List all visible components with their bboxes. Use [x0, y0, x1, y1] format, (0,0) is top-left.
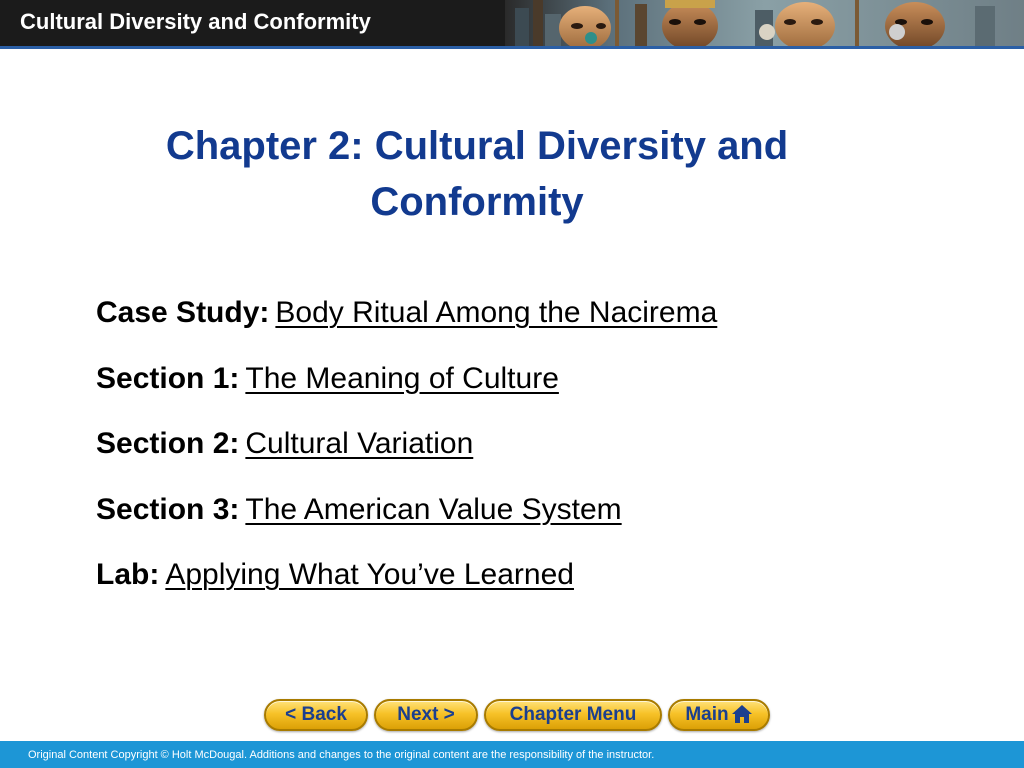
header-banner-image — [505, 0, 1024, 46]
main-button[interactable]: Main — [668, 699, 770, 731]
chapter-contents-list: Case Study: Body Ritual Among the Nacirem… — [96, 294, 916, 622]
slide-title: Chapter 2: Cultural Diversity and Confor… — [165, 124, 789, 224]
menu-item-lab: Lab: Applying What You’ve Learned — [96, 556, 916, 622]
main-button-label: Main — [685, 704, 729, 725]
copyright-text: Original Content Copyright © Holt McDoug… — [28, 749, 655, 761]
lab-link[interactable]: Applying What You’ve Learned — [165, 558, 574, 591]
menu-item-section-2: Section 2: Cultural Variation — [96, 425, 916, 491]
menu-item-case-study: Case Study: Body Ritual Among the Nacirem… — [96, 294, 916, 360]
menu-item-section-1: Section 1: The Meaning of Culture — [96, 360, 916, 426]
chapter-menu-button[interactable]: Chapter Menu — [484, 699, 662, 731]
next-button-label: Next > — [397, 704, 455, 725]
header-title: Cultural Diversity and Conformity — [20, 9, 371, 34]
footer-bar: Original Content Copyright © Holt McDoug… — [0, 741, 1024, 768]
menu-item-label: Section 3: — [96, 492, 240, 526]
menu-item-label: Section 1: — [96, 361, 240, 395]
section-1-link[interactable]: The Meaning of Culture — [245, 362, 559, 395]
home-icon — [731, 705, 752, 723]
menu-item-section-3: Section 3: The American Value System — [96, 491, 916, 557]
case-study-link[interactable]: Body Ritual Among the Nacirema — [275, 296, 717, 329]
section-2-link[interactable]: Cultural Variation — [245, 427, 473, 460]
menu-item-label: Case Study: — [96, 296, 270, 329]
header-divider — [0, 46, 1024, 49]
chapter-menu-button-label: Chapter Menu — [509, 704, 637, 725]
menu-item-label: Lab: — [96, 558, 160, 591]
next-button[interactable]: Next > — [374, 699, 478, 731]
section-3-link[interactable]: The American Value System — [245, 493, 621, 526]
back-button[interactable]: < Back — [264, 699, 368, 731]
back-button-label: < Back — [285, 704, 347, 725]
menu-item-label: Section 2: — [96, 427, 240, 460]
header-bar: Cultural Diversity and Conformity — [0, 0, 1024, 46]
